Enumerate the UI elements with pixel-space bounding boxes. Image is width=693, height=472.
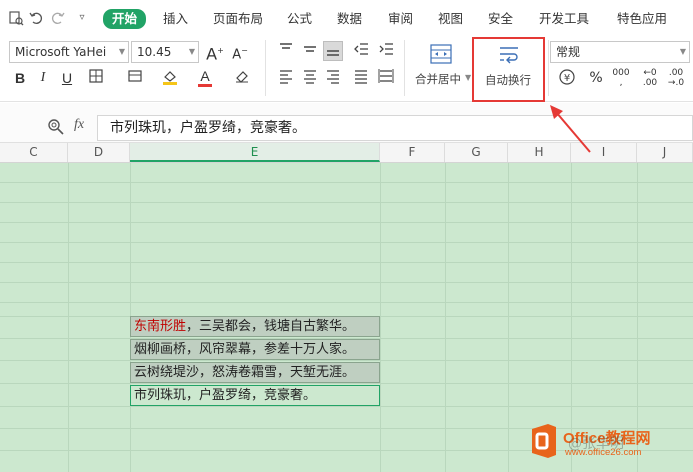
column-header[interactable]: D (68, 143, 130, 162)
chevron-down-icon: ▼ (118, 47, 125, 56)
clear-format-icon[interactable] (232, 68, 252, 88)
tab-data[interactable]: 数据 (337, 10, 362, 28)
cell-style-icon[interactable] (125, 68, 145, 88)
chevron-down-icon: ▼ (465, 73, 472, 82)
column-header[interactable]: C (0, 143, 68, 162)
tab-insert[interactable]: 插入 (163, 10, 188, 28)
align-middle-icon[interactable] (300, 41, 320, 61)
tab-review[interactable]: 审阅 (388, 10, 413, 28)
decrease-indent-icon[interactable] (351, 41, 371, 61)
watermark: Office教程网 www.office26.com @张华明 (528, 423, 693, 463)
grid-line (508, 163, 509, 472)
increase-decimal-icon[interactable]: ←0.00 (639, 68, 661, 88)
annotation-arrow (550, 105, 591, 153)
ribbon-separator (548, 40, 549, 96)
cell-text: ，三吴都会，钱塘自古繁华。 (186, 319, 356, 334)
font-size-value: 10.45 (137, 45, 172, 59)
increase-font-icon[interactable]: A+ (205, 41, 225, 63)
redo-icon[interactable] (50, 10, 66, 26)
underline-icon[interactable]: U (57, 68, 77, 88)
ribbon-separator (265, 40, 266, 96)
cell-e-1[interactable]: 东南形胜，三吴都会，钱塘自古繁华。 (130, 316, 380, 337)
grid-line (0, 302, 693, 303)
cell-e-3[interactable]: 云树绕堤沙，怒涛卷霜雪，天堑无涯。 (130, 362, 380, 383)
merge-center-button[interactable]: 合并居中 ▼ (410, 40, 472, 98)
cell-e-4-active[interactable]: 市列珠玑，户盈罗绮，竞豪奢。 (130, 385, 380, 406)
menu-bar: ▿ 开始 插入 页面布局 公式 数据 审阅 视图 安全 开发工具 特色应用 (0, 0, 693, 36)
zoom-search-icon[interactable] (47, 118, 65, 139)
cell-text: 云树绕堤沙，怒涛卷霜雪，天堑无涯。 (134, 365, 356, 380)
fx-icon[interactable]: fx (74, 117, 84, 133)
grid-line (380, 163, 381, 472)
wrap-text-icon (498, 45, 520, 68)
undo-icon[interactable] (28, 10, 44, 26)
ribbon-toolbar: Microsoft YaHei ▼ 10.45 ▼ A+ A− B I U A (0, 36, 693, 102)
font-size-select[interactable]: 10.45 ▼ (131, 41, 199, 63)
merge-center-label: 合并居中 (415, 72, 461, 86)
grid-line (445, 163, 446, 472)
office-logo-icon (528, 423, 560, 462)
grid-line (0, 182, 693, 183)
column-header[interactable]: F (380, 143, 445, 162)
print-preview-icon[interactable] (8, 10, 24, 26)
watermark-overlay: @张华明 (568, 436, 624, 452)
tab-developer[interactable]: 开发工具 (539, 10, 589, 28)
align-center-icon[interactable] (300, 68, 320, 88)
grid-line (0, 202, 693, 203)
align-top-icon[interactable] (276, 41, 296, 61)
quick-access-dropdown-icon[interactable]: ▿ (74, 10, 90, 26)
grid-line (0, 222, 693, 223)
grid-line (0, 242, 693, 243)
font-name-value: Microsoft YaHei (15, 45, 107, 59)
chevron-down-icon: ▼ (679, 47, 686, 56)
grid-line (0, 383, 693, 384)
auto-wrap-button[interactable]: 自动换行 (472, 37, 545, 102)
borders-icon[interactable] (86, 68, 106, 88)
font-name-select[interactable]: Microsoft YaHei ▼ (9, 41, 129, 63)
cell-text: 烟柳画桥，风帘翠幕，参差十万人家。 (134, 342, 356, 357)
grid-line (68, 163, 69, 472)
grid-line (0, 360, 693, 361)
column-header[interactable]: J (637, 143, 693, 162)
tab-security[interactable]: 安全 (488, 10, 513, 28)
cell-red-text: 东南形胜 (134, 319, 187, 334)
italic-icon[interactable]: I (33, 68, 53, 88)
tab-page-layout[interactable]: 页面布局 (213, 10, 263, 28)
column-header[interactable]: G (445, 143, 508, 162)
grid-line (0, 406, 693, 407)
decrease-decimal-icon[interactable]: .00 →.0 (665, 68, 687, 88)
tab-home[interactable]: 开始 (103, 9, 147, 29)
chevron-down-icon: ▼ (188, 47, 195, 56)
grid-line (0, 262, 693, 263)
svg-text:¥: ¥ (564, 73, 570, 84)
grid-line (0, 282, 693, 283)
decrease-font-icon[interactable]: A− (230, 41, 250, 62)
currency-icon[interactable]: ¥ (556, 68, 578, 88)
justify-icon[interactable] (351, 68, 371, 88)
formula-input[interactable]: 市列珠玑，户盈罗绮，竞豪奢。 (97, 115, 693, 141)
auto-wrap-label: 自动换行 (485, 73, 531, 87)
bold-icon[interactable]: B (10, 68, 30, 88)
column-header-selected[interactable]: E (130, 143, 380, 162)
align-left-icon[interactable] (276, 68, 296, 88)
align-right-icon[interactable] (323, 68, 343, 88)
cell-text: 市列珠玑，户盈罗绮，竞豪奢。 (134, 388, 317, 403)
font-color-icon[interactable]: A (195, 68, 215, 88)
increase-indent-icon[interactable] (376, 41, 396, 61)
percent-icon[interactable]: % (586, 68, 606, 88)
distributed-align-icon[interactable] (376, 68, 396, 88)
merge-center-icon (430, 44, 452, 67)
fill-color-icon[interactable] (160, 68, 180, 88)
tab-special-apps[interactable]: 特色应用 (617, 10, 667, 28)
align-bottom-icon[interactable] (323, 41, 343, 61)
number-format-select[interactable]: 常规 ▼ (550, 41, 690, 63)
tab-formulas[interactable]: 公式 (287, 10, 312, 28)
ribbon-separator (404, 40, 405, 96)
thousands-separator-icon[interactable]: 000, (612, 68, 630, 88)
number-format-value: 常规 (556, 45, 581, 59)
cell-e-2[interactable]: 烟柳画桥，风帘翠幕，参差十万人家。 (130, 339, 380, 360)
tab-view[interactable]: 视图 (438, 10, 463, 28)
